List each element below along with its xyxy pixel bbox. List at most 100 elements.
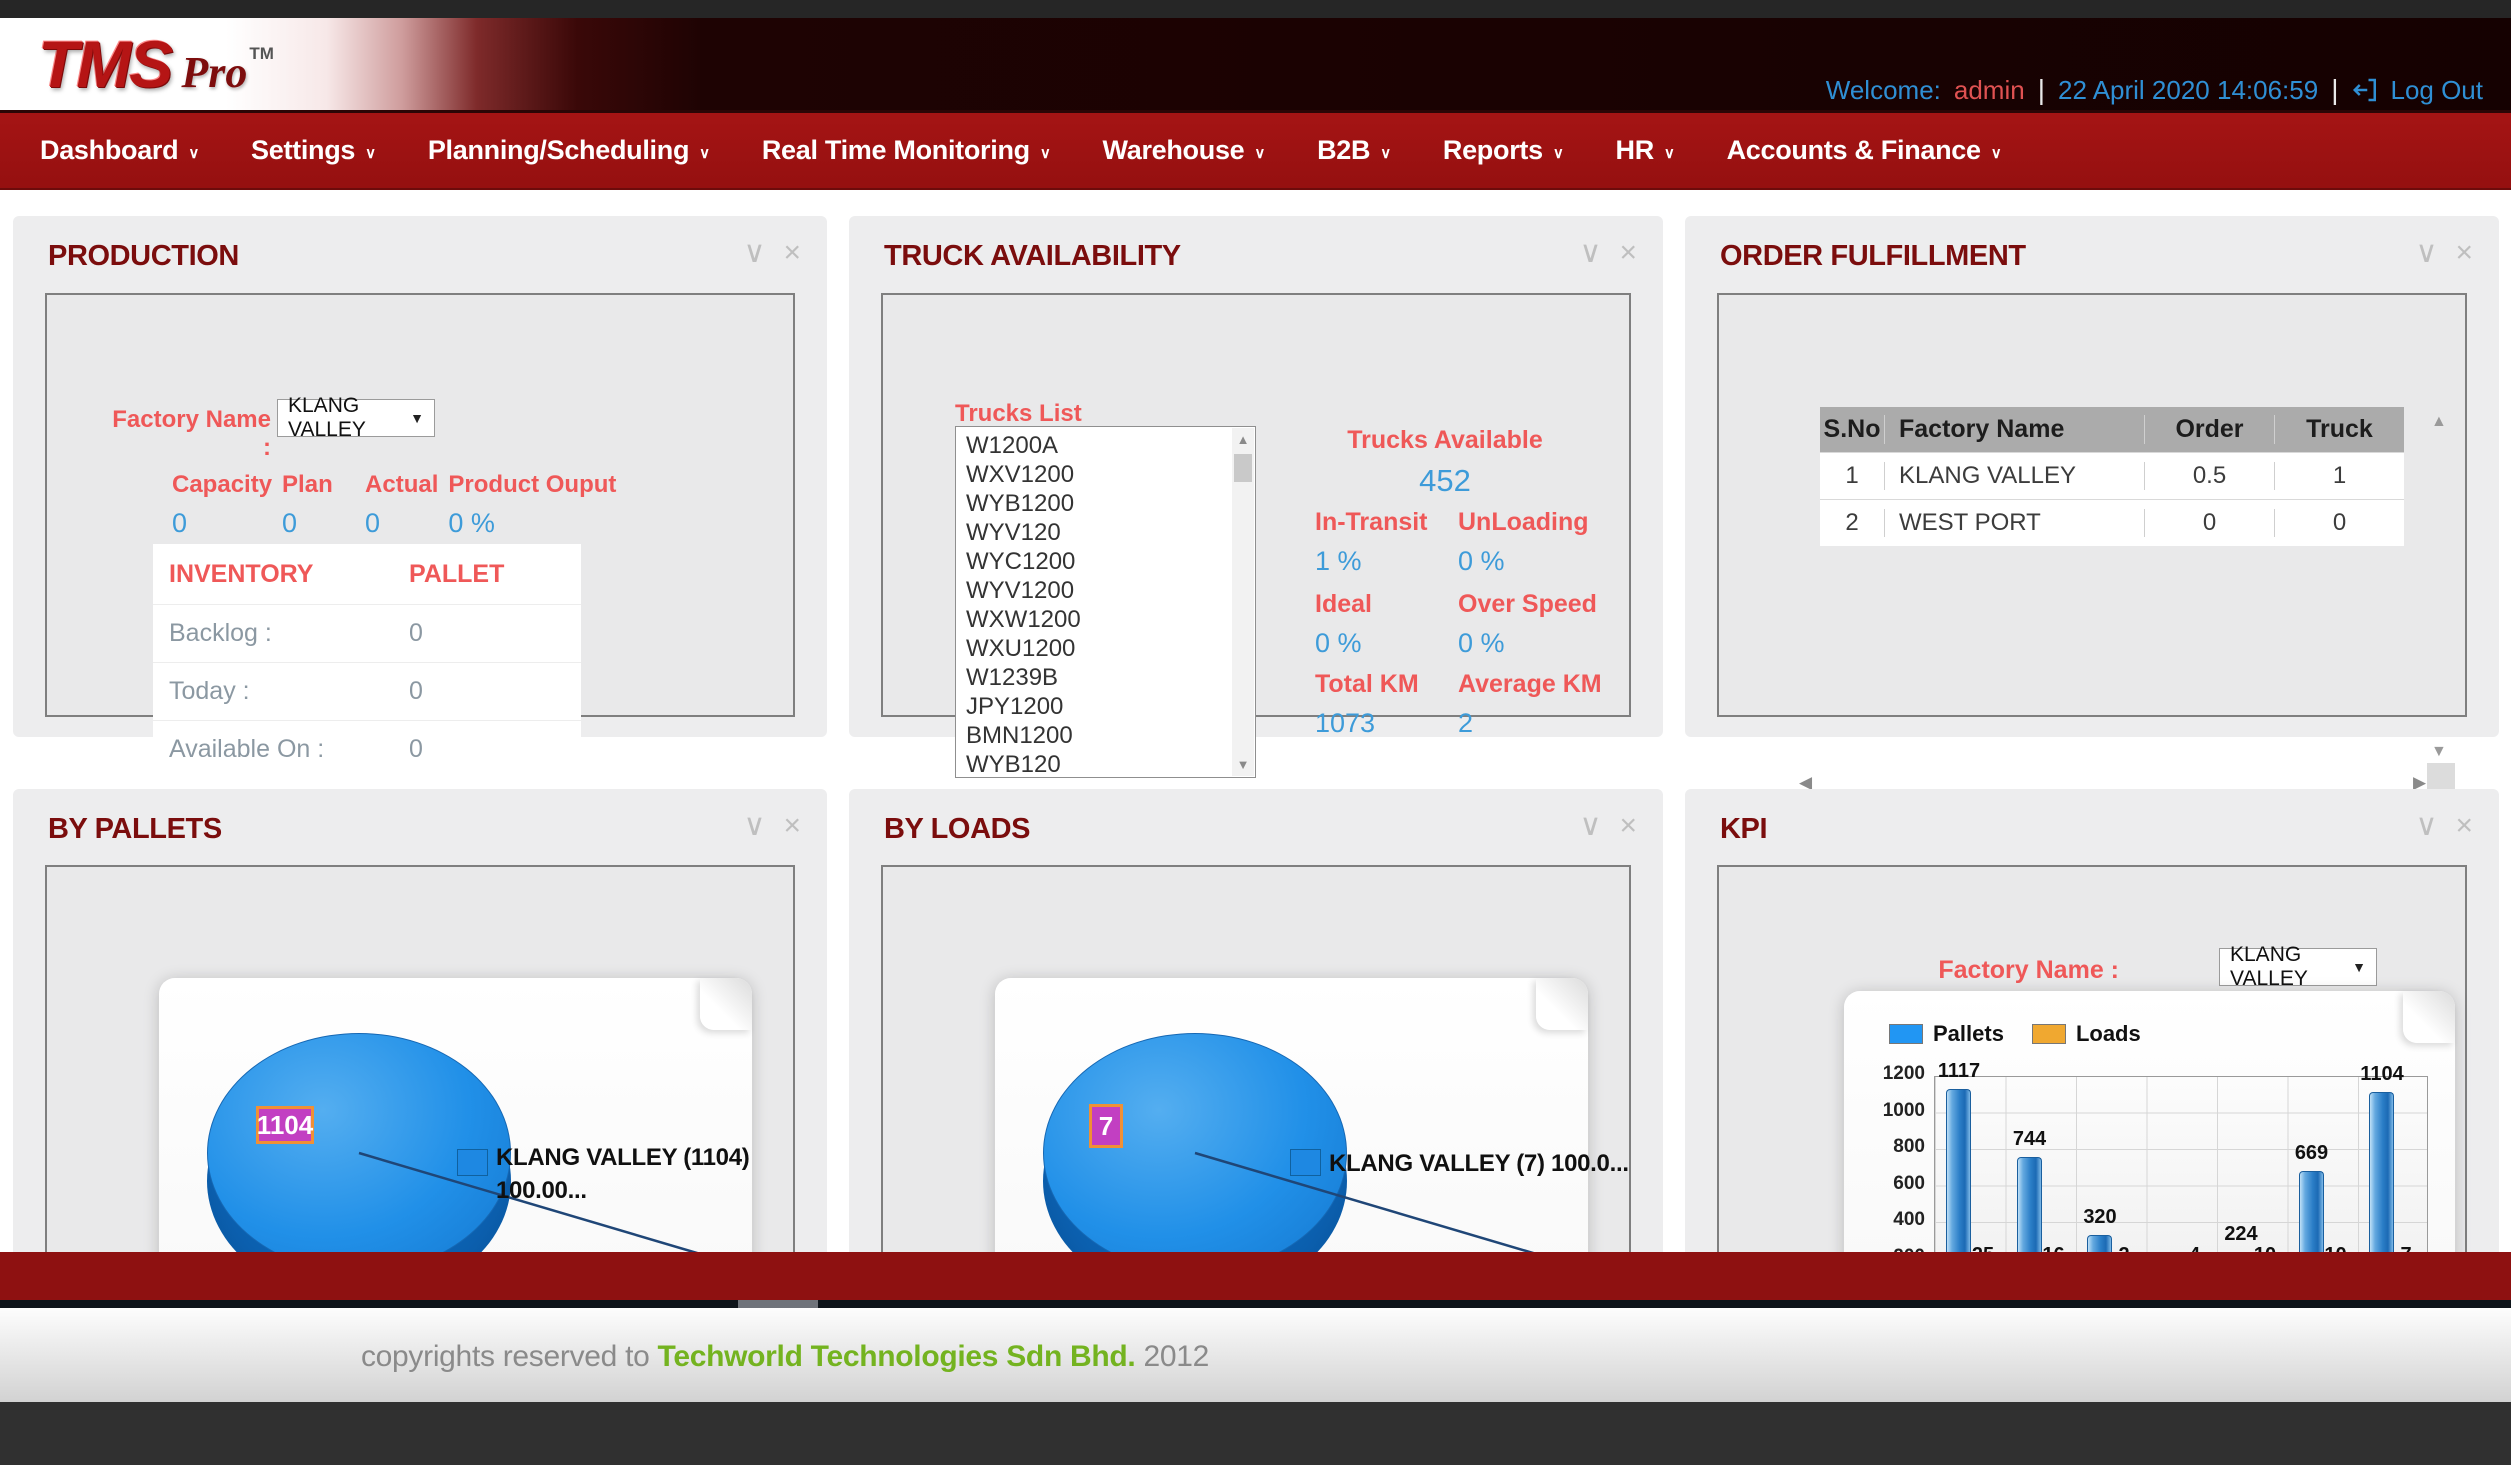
collapse-icon[interactable]: ∨: [1580, 236, 1602, 270]
truck-stat-label: Average KM: [1458, 670, 1608, 699]
truck-stat-value: 1 %: [1315, 546, 1465, 577]
truck-stat: Total KM 1073: [1315, 670, 1465, 739]
inventory-table: INVENTORY PALLET Backlog : 0 Today : 0: [153, 544, 581, 778]
truck-list-item[interactable]: WYB120: [966, 750, 1255, 778]
cell-sno: 2: [1820, 509, 1885, 537]
nav-menu-item[interactable]: Warehouse ∨: [1103, 135, 1266, 166]
nav-menu-item[interactable]: Planning/Scheduling ∨: [428, 135, 710, 166]
cell-factory: KLANG VALLEY: [1885, 462, 2145, 490]
nav-item-label: Reports: [1443, 135, 1543, 166]
truck-stat-value: 1073: [1315, 708, 1465, 739]
nav-item-label: HR: [1616, 135, 1654, 166]
top-strip: [0, 0, 2511, 18]
col-header-factory: Factory Name: [1885, 415, 2145, 444]
truck-list-item[interactable]: W1200A: [966, 431, 1255, 460]
logo-tms-text: TMS: [38, 27, 171, 101]
pallets-legend-label: Pallets: [1933, 1021, 2004, 1047]
scroll-up-icon[interactable]: ▲: [1232, 432, 1254, 447]
factory-select[interactable]: KLANG VALLEY ▼: [277, 399, 435, 437]
close-icon[interactable]: ×: [2455, 809, 2473, 843]
truck-list-item[interactable]: JPY1200: [966, 692, 1255, 721]
nav-menu-item[interactable]: Settings ∨: [251, 135, 376, 166]
close-icon[interactable]: ×: [783, 809, 801, 843]
pallets-value-label: 320: [2073, 1206, 2127, 1229]
truck-stat: Average KM 2: [1458, 670, 1608, 739]
col-header-truck: Truck: [2275, 415, 2404, 444]
truck-list-item[interactable]: WYV1200: [966, 576, 1255, 605]
truck-stat-value: 0 %: [1458, 628, 1608, 659]
metric: Plan 0: [282, 471, 365, 539]
panel-title: ORDER FULFILLMENT: [1720, 240, 2026, 273]
nav-menu-item[interactable]: Accounts & Finance ∨: [1727, 135, 2002, 166]
trucks-list-scrollbar[interactable]: ▲ ▼: [1232, 428, 1254, 776]
logout-button[interactable]: Log Out: [2351, 75, 2483, 106]
production-metrics: Capacity 0 Plan 0 Actual 0 Product: [172, 471, 626, 539]
legend-line1: KLANG VALLEY (1104): [496, 1141, 749, 1174]
collapse-icon[interactable]: ∨: [2416, 809, 2438, 843]
pallets-value-label: 669: [2285, 1142, 2339, 1165]
truck-list-item[interactable]: WYB1200: [966, 489, 1255, 518]
by-pallets-panel: BY PALLETS ∨× 1104 KLANG VALLEY (1104) 1…: [13, 789, 827, 1330]
legend-line2: 100.00...: [496, 1174, 749, 1207]
factory-select[interactable]: KLANG VALLEY ▼: [2219, 948, 2377, 986]
nav-menu-item[interactable]: HR ∨: [1616, 135, 1675, 166]
scroll-down-icon[interactable]: ▼: [2431, 743, 2447, 761]
chevron-down-icon: ∨: [699, 144, 710, 162]
inventory-row-label: Today :: [153, 677, 409, 706]
col-header-order: Order: [2145, 415, 2275, 444]
main-nav: Dashboard ∨ Settings ∨ Planning/Scheduli…: [0, 110, 2511, 190]
legend-swatch: [1290, 1149, 1321, 1176]
pie-value-callout: 7: [1089, 1104, 1123, 1148]
scroll-down-icon[interactable]: ▼: [1232, 757, 1254, 772]
dropdown-caret-icon: ▼: [2352, 959, 2366, 975]
chevron-down-icon: ∨: [1553, 144, 1564, 162]
close-icon[interactable]: ×: [783, 236, 801, 270]
truck-list-item[interactable]: WXV1200: [966, 460, 1255, 489]
truck-stat-label: Ideal: [1315, 590, 1465, 619]
nav-menu-item[interactable]: Dashboard ∨: [40, 135, 199, 166]
truck-list-item[interactable]: WYC1200: [966, 547, 1255, 576]
metric-label: Actual: [365, 471, 438, 499]
cell-order: 0.5: [2145, 462, 2275, 490]
nav-menu-item[interactable]: Reports ∨: [1443, 135, 1564, 166]
pallets-value-label: 1117: [1932, 1060, 1986, 1083]
copyright-year: 2012: [1135, 1340, 1209, 1373]
close-icon[interactable]: ×: [2455, 236, 2473, 270]
inventory-col-header: INVENTORY: [153, 560, 409, 589]
metric: Actual 0: [365, 471, 448, 539]
truck-list-item[interactable]: WXW1200: [966, 605, 1255, 634]
truck-list-item[interactable]: WXU1200: [966, 634, 1255, 663]
metric-value: 0 %: [448, 508, 616, 539]
order-table-row[interactable]: 1 KLANG VALLEY 0.5 1: [1820, 452, 2404, 499]
company-name: Techworld Technologies Sdn Bhd.: [658, 1340, 1136, 1373]
trucks-listbox[interactable]: W1200AWXV1200WYB1200WYV120WYC1200WYV1200…: [955, 426, 1256, 778]
close-icon[interactable]: ×: [1619, 809, 1637, 843]
order-table-row[interactable]: 2 WEST PORT 0 0: [1820, 499, 2404, 546]
legend-text: KLANG VALLEY (7) 100.0...: [1329, 1147, 1629, 1180]
truck-stat-label: UnLoading: [1458, 508, 1608, 537]
footer-copyright-band: copyrights reserved to Techworld Technol…: [0, 1308, 2511, 1402]
collapse-icon[interactable]: ∨: [744, 236, 766, 270]
collapse-icon[interactable]: ∨: [2416, 236, 2438, 270]
truck-list-item[interactable]: W1239B: [966, 663, 1255, 692]
metric: Capacity 0: [172, 471, 282, 539]
collapse-icon[interactable]: ∨: [1580, 809, 1602, 843]
cell-sno: 1: [1820, 462, 1885, 490]
truck-stat-value: 2: [1458, 708, 1608, 739]
truck-list-item[interactable]: WYV120: [966, 518, 1255, 547]
logout-icon: [2351, 75, 2381, 105]
panel-title: PRODUCTION: [48, 240, 239, 273]
scroll-up-icon[interactable]: ▲: [2431, 413, 2447, 431]
close-icon[interactable]: ×: [1619, 236, 1637, 270]
collapse-icon[interactable]: ∨: [744, 809, 766, 843]
footer-red-band: [0, 1252, 2511, 1300]
cell-truck: 1: [2275, 462, 2404, 490]
nav-menu-item[interactable]: Real Time Monitoring ∨: [762, 135, 1051, 166]
scrollbar-thumb[interactable]: [1234, 454, 1252, 482]
truck-list-item[interactable]: BMN1200: [966, 721, 1255, 750]
metric-value: 0: [172, 508, 272, 539]
horizontal-scrollbar-thumb[interactable]: [738, 1300, 818, 1308]
production-panel: PRODUCTION ∨× Factory Name : KLANG VALLE…: [13, 216, 827, 737]
nav-menu-item[interactable]: B2B ∨: [1317, 135, 1391, 166]
panel-title: KPI: [1720, 813, 1767, 846]
